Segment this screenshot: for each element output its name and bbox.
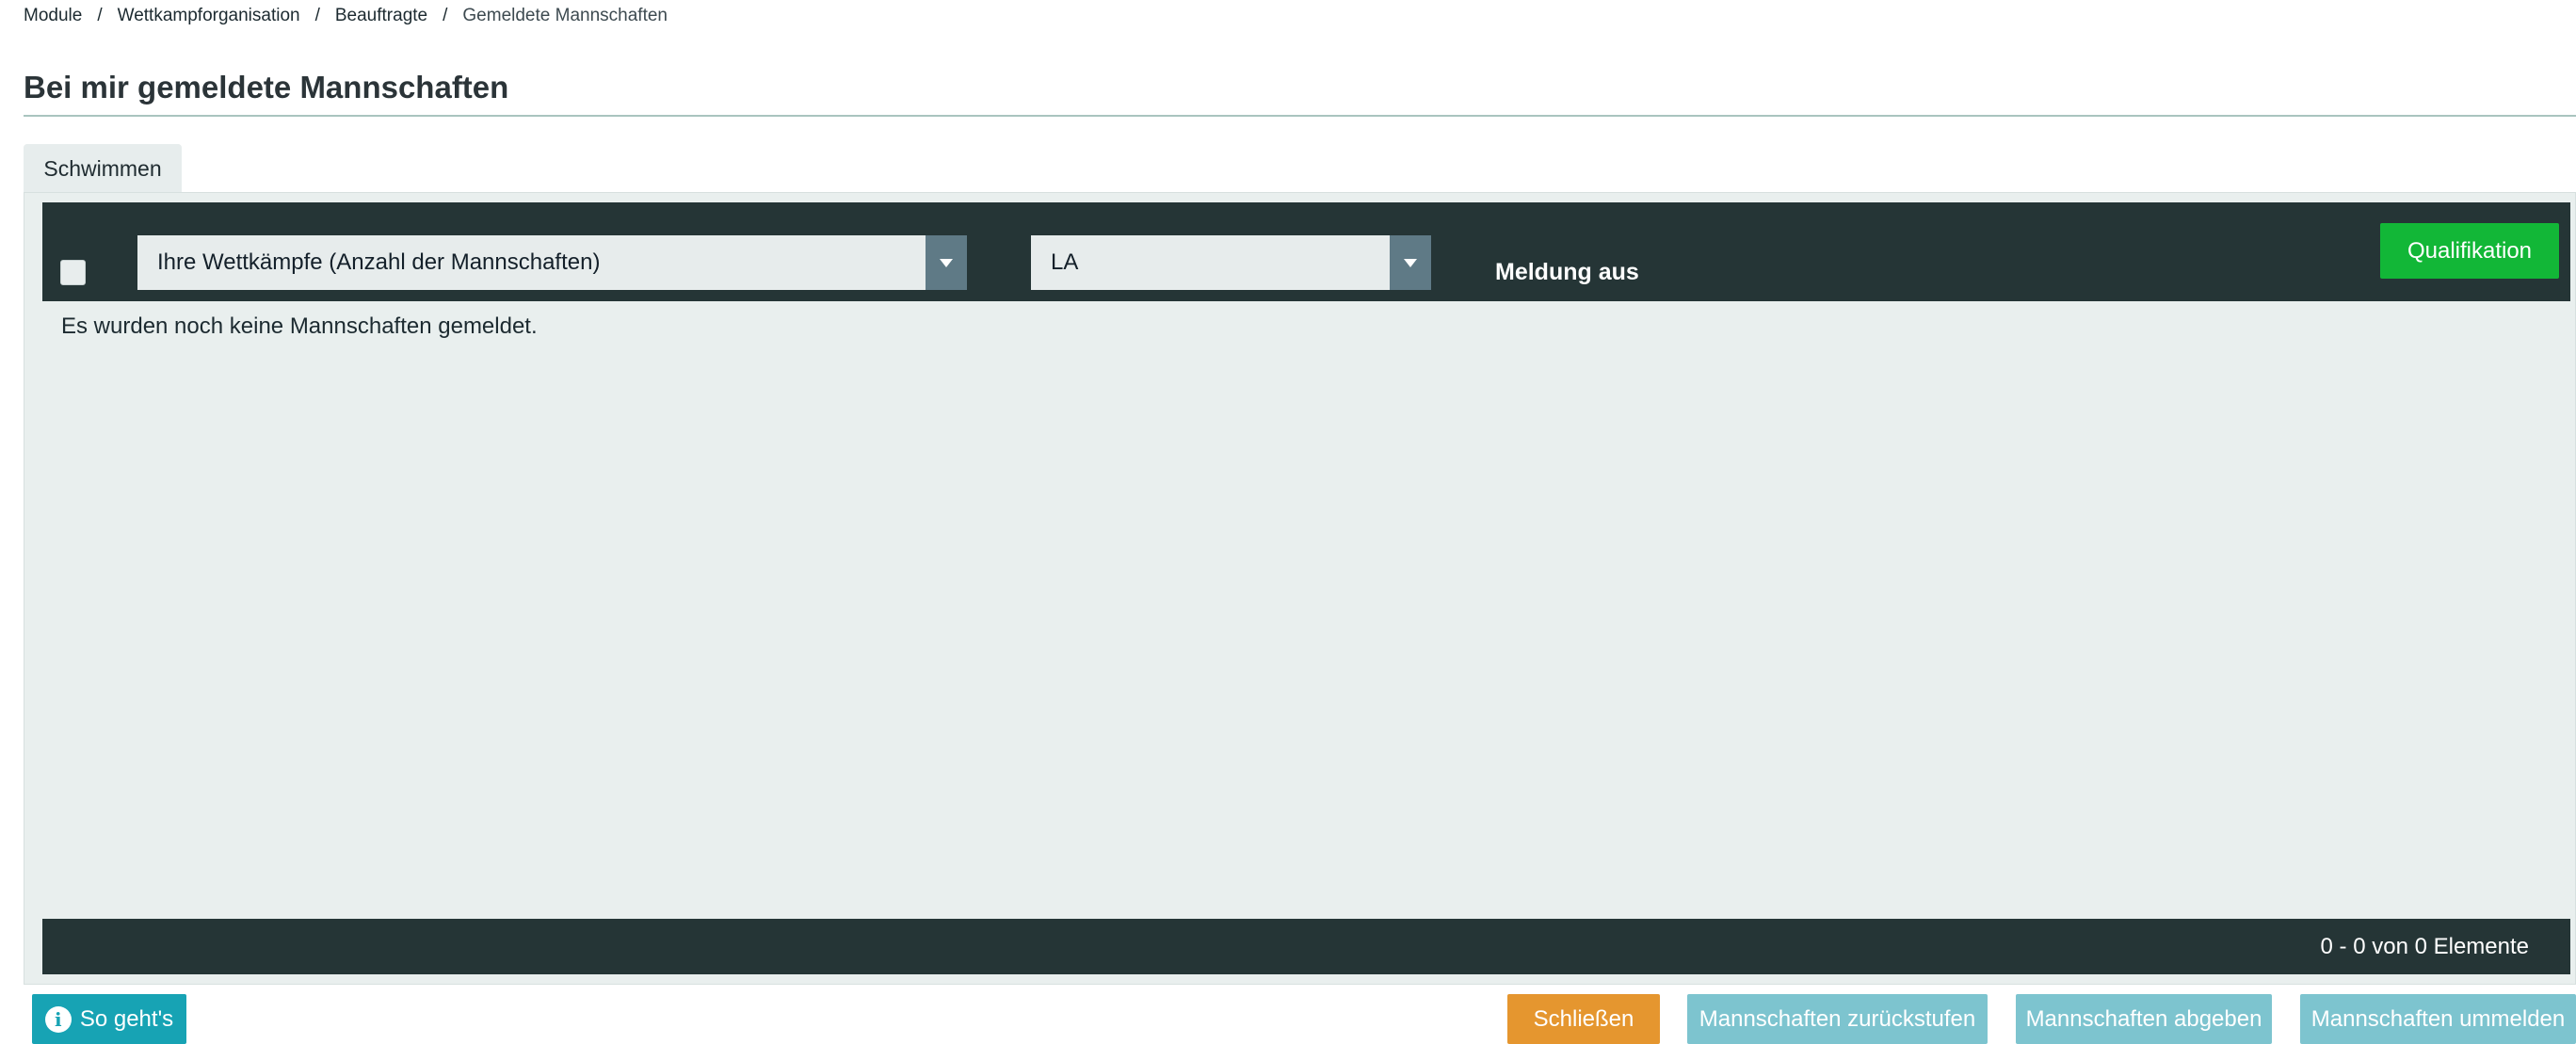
chevron-down-icon[interactable] <box>926 235 967 290</box>
breadcrumb-item-wettkampforganisation[interactable]: Wettkampforganisation <box>118 6 300 26</box>
empty-table-message: Es wurden noch keine Mannschaften gemeld… <box>61 313 538 339</box>
breadcrumb-item-beauftragte[interactable]: Beauftragte <box>335 6 427 26</box>
region-select[interactable]: LA <box>1031 235 1431 290</box>
breadcrumb: Module / Wettkampforganisation / Beauftr… <box>24 6 668 26</box>
breadcrumb-separator: / <box>314 6 320 25</box>
select-all-checkbox[interactable] <box>60 260 86 285</box>
submit-teams-button[interactable]: Mannschaften abgeben <box>2016 994 2272 1044</box>
tab-panel <box>24 192 2576 985</box>
region-select-value: LA <box>1051 249 1079 275</box>
competition-select-value: Ihre Wettkämpfe (Anzahl der Mannschaften… <box>157 249 601 275</box>
downgrade-teams-button[interactable]: Mannschaften zurückstufen <box>1687 994 1988 1044</box>
help-button-label: So geht's <box>79 1005 174 1032</box>
tab-schwimmen[interactable]: Schwimmen <box>24 144 182 193</box>
pager-info: 0 - 0 von 0 Elemente <box>2320 934 2529 959</box>
page-title: Bei mir gemeldete Mannschaften <box>24 70 509 104</box>
reassign-teams-button[interactable]: Mannschaften ummelden <box>2300 994 2576 1044</box>
competition-select[interactable]: Ihre Wettkämpfe (Anzahl der Mannschaften… <box>137 235 967 290</box>
close-button[interactable]: Schließen <box>1507 994 1660 1044</box>
info-icon: i <box>44 1005 72 1033</box>
meldung-aus-label: Meldung aus <box>1495 259 1639 285</box>
breadcrumb-item-module[interactable]: Module <box>24 6 82 26</box>
breadcrumb-separator: / <box>97 6 103 25</box>
breadcrumb-separator: / <box>443 6 448 25</box>
help-button[interactable]: i So geht's <box>32 994 186 1044</box>
title-divider <box>24 115 2576 117</box>
chevron-down-icon[interactable] <box>1390 235 1431 290</box>
qualification-button[interactable]: Qualifikation <box>2380 223 2559 279</box>
table-footer-bar: 0 - 0 von 0 Elemente <box>42 919 2570 974</box>
breadcrumb-current: Gemeldete Mannschaften <box>462 6 668 25</box>
